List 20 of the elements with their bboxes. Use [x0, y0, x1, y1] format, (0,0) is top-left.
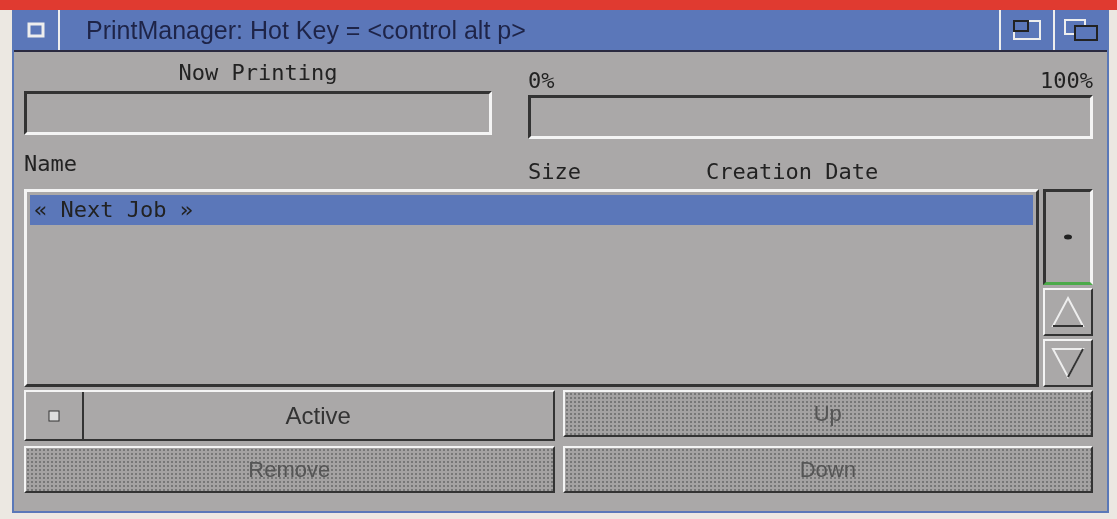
progress-end-label: 100%: [1040, 68, 1093, 93]
zoom-icon: [1012, 19, 1042, 41]
active-toggle[interactable]: Active: [24, 390, 555, 441]
job-row[interactable]: « Next Job »: [30, 195, 1033, 225]
column-header: Size: [528, 159, 582, 184]
job-list[interactable]: « Next Job »: [24, 189, 1039, 387]
column-header: Creation Date: [706, 159, 879, 184]
up-triangle-icon: [1051, 295, 1085, 329]
scroll-up-button[interactable]: [1043, 288, 1093, 336]
depth-icon: [1063, 18, 1099, 42]
checkbox[interactable]: [48, 409, 60, 422]
scroll-down-button[interactable]: [1043, 339, 1093, 387]
dot-icon: [1064, 234, 1072, 240]
column-header: Name: [24, 151, 78, 176]
down-triangle-icon: [1051, 346, 1085, 380]
window-title: PrintManager: Hot Key = <control alt p>: [85, 15, 527, 45]
progress-start-label: 0%: [528, 68, 555, 93]
scroll-knob[interactable]: [1043, 189, 1093, 285]
close-icon: [27, 22, 45, 38]
now-printing-label: Now Printing: [177, 60, 339, 85]
